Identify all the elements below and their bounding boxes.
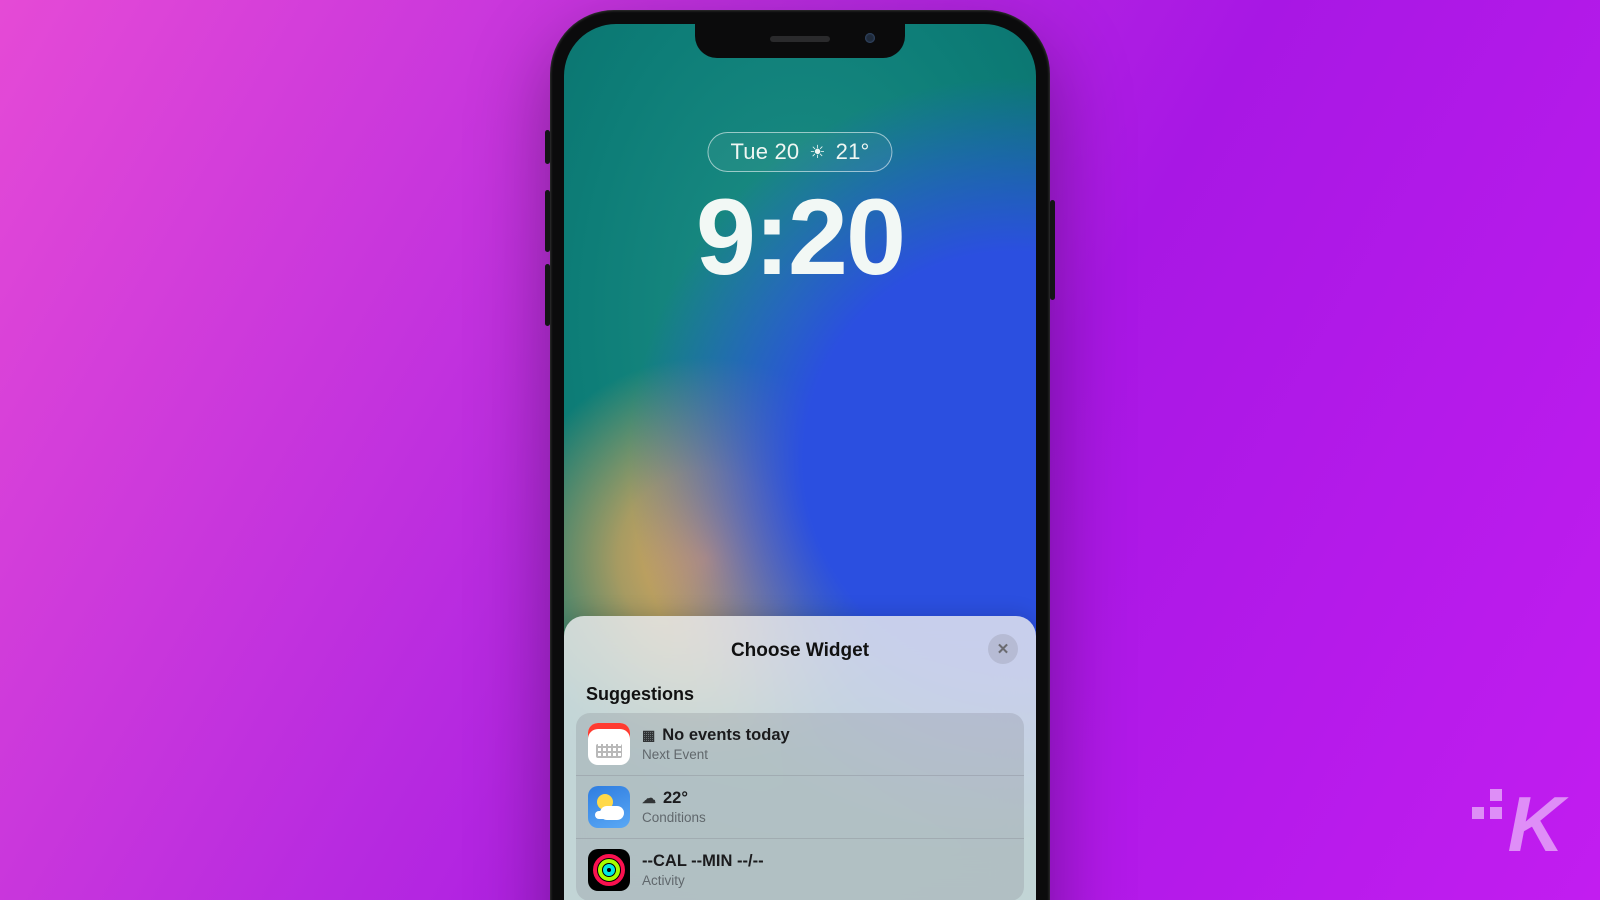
- suggestions-card: ▦ No events today Next Event ☁︎ 22°: [576, 713, 1024, 900]
- speaker-grille: [770, 36, 830, 42]
- calendar-glyph-icon: ▦: [642, 727, 655, 744]
- calendar-app-icon: [588, 723, 630, 765]
- volume-up-button[interactable]: [545, 190, 550, 252]
- front-camera: [865, 33, 875, 43]
- suggestion-title: 22°: [663, 789, 688, 808]
- notch: [695, 24, 905, 58]
- activity-app-icon: [588, 849, 630, 891]
- suggestion-row-calendar[interactable]: ▦ No events today Next Event: [576, 713, 1024, 776]
- lockscreen-date-widget[interactable]: Tue 20 ☀︎ 21°: [707, 132, 892, 172]
- sheet-header: Choose Widget ✕: [576, 634, 1024, 678]
- phone-frame: Tue 20 ☀︎ 21° 9:20 Choose Widget ✕ Sugge…: [550, 10, 1050, 900]
- suggestion-title: No events today: [662, 726, 789, 745]
- suggestion-row-weather[interactable]: ☁︎ 22° Conditions: [576, 776, 1024, 839]
- volume-down-button[interactable]: [545, 264, 550, 326]
- lockscreen-temp: 21°: [836, 139, 870, 165]
- mute-switch[interactable]: [545, 130, 550, 164]
- sheet-title: Choose Widget: [731, 640, 869, 661]
- choose-widget-sheet: Choose Widget ✕ Suggestions ▦ No events …: [564, 616, 1036, 900]
- phone-screen: Tue 20 ☀︎ 21° 9:20 Choose Widget ✕ Sugge…: [564, 24, 1036, 900]
- watermark: K: [1472, 779, 1560, 870]
- lockscreen-time: 9:20: [564, 174, 1036, 299]
- suggestion-title: --CAL --MIN --/--: [642, 852, 764, 871]
- suggestions-header: Suggestions: [576, 678, 1024, 713]
- watermark-dots-icon: [1472, 789, 1502, 819]
- suggestion-sub: Conditions: [642, 810, 706, 825]
- weather-app-icon: [588, 786, 630, 828]
- close-icon: ✕: [997, 640, 1010, 658]
- watermark-letter: K: [1508, 779, 1560, 870]
- lockscreen-date: Tue 20: [730, 139, 799, 165]
- suggestion-sub: Next Event: [642, 747, 790, 762]
- side-button[interactable]: [1050, 200, 1055, 300]
- close-button[interactable]: ✕: [988, 634, 1018, 664]
- cloud-sun-icon: ☁︎: [642, 790, 656, 807]
- suggestion-sub: Activity: [642, 873, 764, 888]
- suggestion-row-activity[interactable]: --CAL --MIN --/-- Activity: [576, 839, 1024, 900]
- stage: Tue 20 ☀︎ 21° 9:20 Choose Widget ✕ Sugge…: [0, 0, 1600, 900]
- sun-icon: ☀︎: [809, 142, 825, 163]
